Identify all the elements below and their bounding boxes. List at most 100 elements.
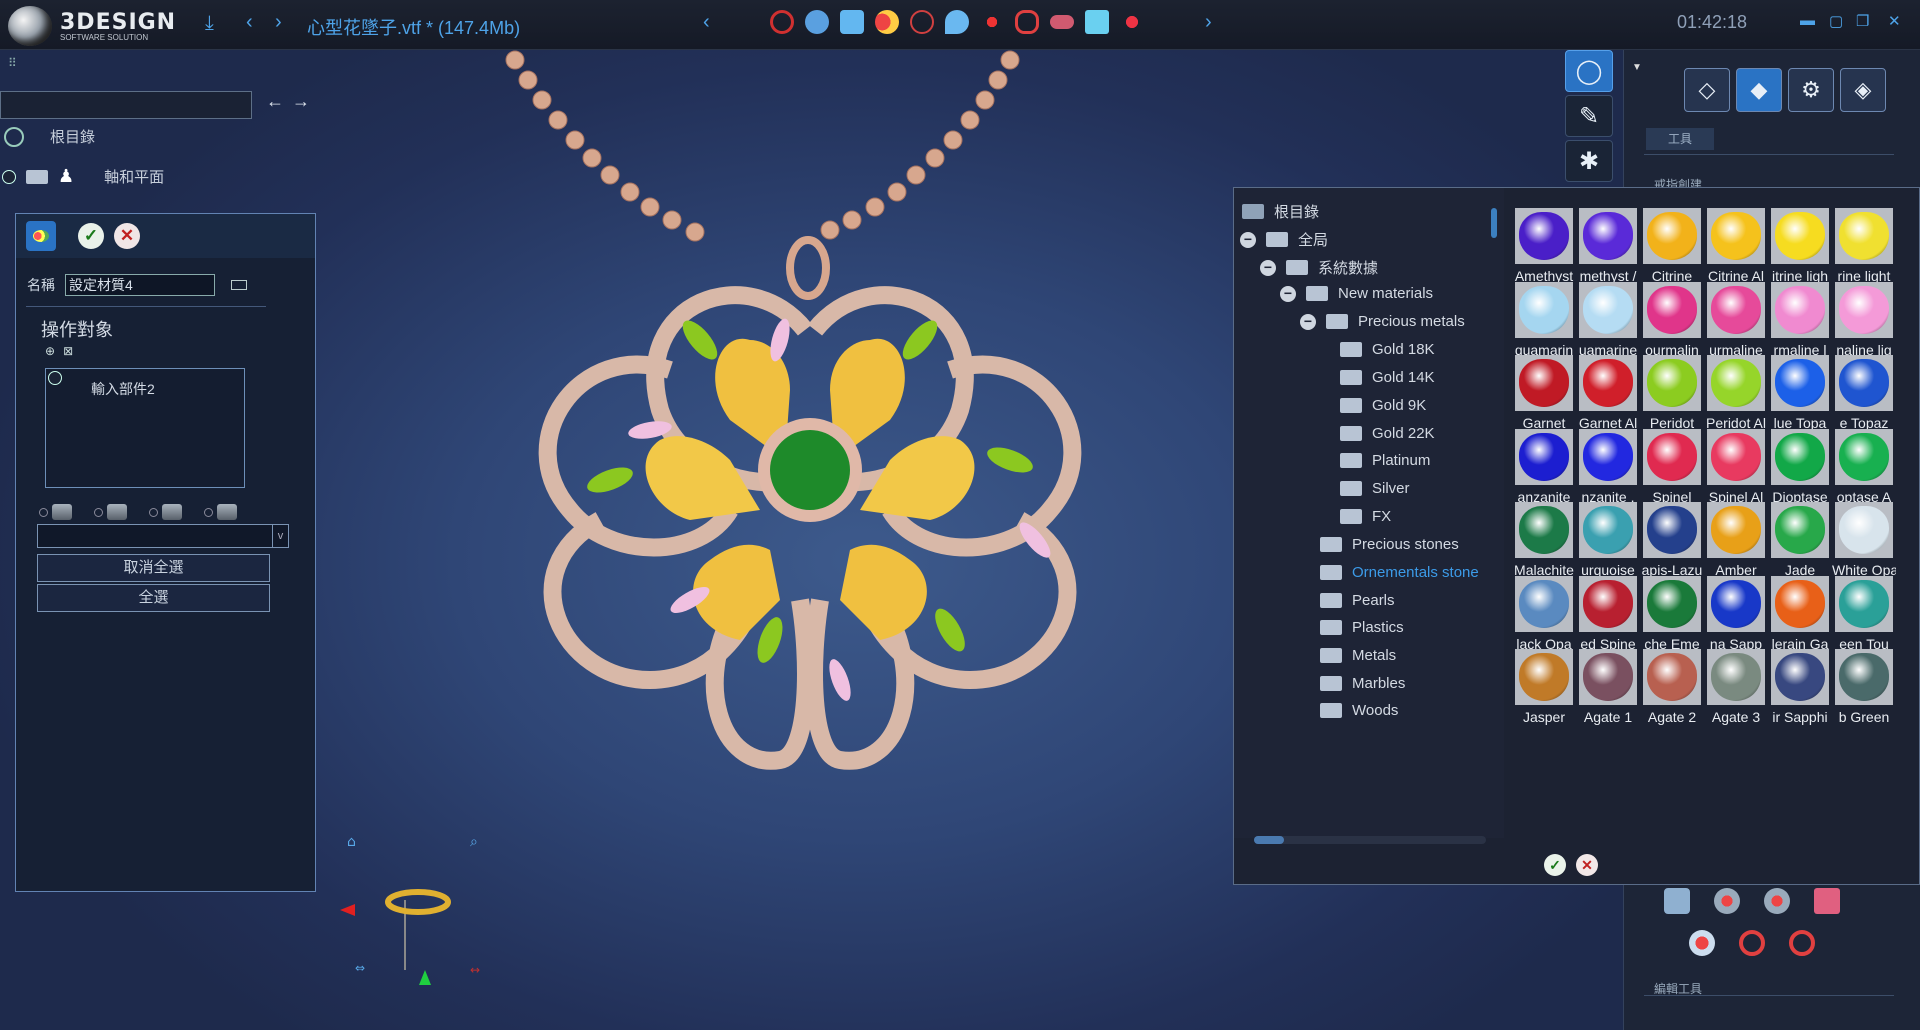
- mtree-metal-item[interactable]: Gold 9K: [1340, 397, 1426, 414]
- mesh-mode-icon[interactable]: ✱: [1565, 140, 1613, 182]
- mtree-precious-metals[interactable]: − Precious metals: [1300, 313, 1465, 330]
- tree-search-input[interactable]: [0, 91, 252, 119]
- tree-nav-arrows[interactable]: ←→: [266, 91, 318, 112]
- mtree-metal-item[interactable]: Gold 14K: [1340, 369, 1435, 386]
- deselect-all-button[interactable]: 取消全選: [37, 554, 270, 582]
- mtree-metal-item[interactable]: FX: [1340, 508, 1391, 525]
- back-arrow-icon[interactable]: ‹: [246, 11, 253, 34]
- collapse-icon[interactable]: −: [1260, 259, 1276, 276]
- zoom-icon[interactable]: ⌕: [470, 834, 478, 850]
- mtree-metal-item[interactable]: Gold 18K: [1340, 341, 1435, 358]
- mtree-category[interactable]: Precious stones: [1320, 536, 1459, 553]
- chevron-down-icon[interactable]: v: [272, 525, 288, 547]
- viewport-model[interactable]: [450, 40, 1250, 850]
- mtree-category[interactable]: Marbles: [1320, 675, 1405, 692]
- add-object-icon[interactable]: ⊕: [45, 344, 55, 358]
- toolbar-next-icon[interactable]: ›: [1205, 11, 1212, 34]
- material-swatch[interactable]: Agate 3: [1704, 647, 1765, 735]
- gem-settings-icon[interactable]: ⚙: [1788, 68, 1834, 112]
- tree-hscrollbar[interactable]: [1254, 836, 1486, 844]
- cancel-button[interactable]: ✕: [114, 223, 140, 249]
- object-expand-icon[interactable]: [48, 371, 62, 385]
- mtree-category-selected[interactable]: Ornementals stone: [1320, 564, 1479, 581]
- tree-scrollbar[interactable]: [1491, 208, 1497, 238]
- save-icon[interactable]: ⤓: [205, 12, 214, 35]
- material-confirm-button[interactable]: ✓: [1544, 854, 1566, 876]
- drop-tool-icon[interactable]: [945, 10, 969, 34]
- minimize-icon[interactable]: ▬: [1800, 12, 1815, 29]
- setting-tool-icon[interactable]: [805, 10, 829, 34]
- collapse-icon[interactable]: −: [1240, 231, 1256, 248]
- material-cancel-button[interactable]: ✕: [1576, 854, 1598, 876]
- mtree-category[interactable]: Pearls: [1320, 592, 1395, 609]
- select-all-button[interactable]: 全選: [37, 584, 270, 612]
- gem-tool-icon[interactable]: [840, 10, 864, 34]
- link-tool-icon[interactable]: [1050, 15, 1074, 29]
- pave-icon[interactable]: [1764, 888, 1790, 914]
- pen-mode-icon[interactable]: ✎: [1565, 95, 1613, 137]
- material-tool-icon[interactable]: [875, 10, 899, 34]
- bezel-tool-icon[interactable]: [1015, 10, 1039, 34]
- remove-object-icon[interactable]: ⊠: [63, 344, 73, 358]
- gem-tag-icon[interactable]: ◈: [1840, 68, 1886, 112]
- bezel-ring-icon[interactable]: [1739, 930, 1765, 956]
- cube-tool-icon[interactable]: [1085, 10, 1109, 34]
- mtree-category[interactable]: Metals: [1320, 647, 1396, 664]
- name-field[interactable]: [65, 274, 215, 296]
- logo-icon: [8, 6, 52, 46]
- gem-select-icon[interactable]: [1814, 888, 1840, 914]
- close-icon[interactable]: ✕: [1888, 12, 1901, 30]
- mode-radio-2[interactable]: [94, 504, 127, 520]
- ring-tool-icon[interactable]: [770, 10, 794, 34]
- restore-icon[interactable]: ❐: [1856, 12, 1869, 30]
- filter-combo[interactable]: v: [37, 524, 289, 548]
- chain: [505, 50, 1020, 242]
- ring-mode-icon[interactable]: ◯: [1565, 50, 1613, 92]
- expand-icon[interactable]: [2, 169, 16, 184]
- dock-tab-tools[interactable]: 工具: [1646, 128, 1714, 150]
- forward-arrow-icon[interactable]: ›: [275, 11, 282, 34]
- mtree-global[interactable]: − 全局: [1240, 229, 1328, 250]
- mtree-system[interactable]: − 系統數據: [1260, 257, 1378, 278]
- object-item[interactable]: 輸入部件2: [91, 379, 155, 399]
- mode-radio-4[interactable]: [204, 504, 237, 520]
- maximize-icon[interactable]: ▢: [1829, 12, 1843, 30]
- mtree-category[interactable]: Woods: [1320, 702, 1398, 719]
- material-swatch[interactable]: Jasper: [1512, 647, 1573, 735]
- folder-icon: [1320, 593, 1342, 608]
- material-swatch[interactable]: b Green: [1832, 647, 1893, 735]
- confirm-button[interactable]: ✓: [78, 223, 104, 249]
- dock-dropdown-icon[interactable]: ▼: [1632, 62, 1642, 73]
- cross-icon[interactable]: [1689, 930, 1715, 956]
- tree-root[interactable]: 根目錄: [4, 126, 95, 147]
- shapes-icon[interactable]: ◇: [1684, 68, 1730, 112]
- collapse-icon[interactable]: −: [1300, 313, 1316, 330]
- pave-tool-icon[interactable]: [980, 10, 1004, 34]
- mtree-root[interactable]: 根目錄: [1242, 201, 1319, 222]
- mtree-metal-label: Gold 22K: [1372, 425, 1435, 442]
- material-swatch[interactable]: Agate 1: [1576, 647, 1637, 735]
- mtree-new-materials[interactable]: − New materials: [1280, 285, 1433, 302]
- mtree-metal-item[interactable]: Silver: [1340, 480, 1410, 497]
- diamond-icon[interactable]: ◆: [1736, 68, 1782, 112]
- ring-setting-icon[interactable]: [1789, 930, 1815, 956]
- home-icon[interactable]: ⌂: [347, 834, 356, 850]
- material-swatch[interactable]: Agate 2: [1640, 647, 1701, 735]
- cylinder-icon[interactable]: [1664, 888, 1690, 914]
- mtree-metal-item[interactable]: Gold 22K: [1340, 425, 1435, 442]
- object-list[interactable]: 輸入部件2: [45, 368, 245, 488]
- apps-grid-icon[interactable]: ⠿: [8, 56, 17, 70]
- mtree-metal-item[interactable]: Platinum: [1340, 452, 1430, 469]
- cluster-icon[interactable]: [1714, 888, 1740, 914]
- curve-tool-icon[interactable]: [910, 10, 934, 34]
- material-swatch[interactable]: ir Sapphi: [1768, 647, 1829, 735]
- tree-axes[interactable]: ♟ 軸和平面: [2, 166, 164, 187]
- mtree-category[interactable]: Plastics: [1320, 619, 1404, 636]
- mode-radio-3[interactable]: [149, 504, 182, 520]
- keyboard-icon[interactable]: [231, 280, 247, 290]
- mode-radio-1[interactable]: [39, 504, 72, 520]
- collapse-icon[interactable]: −: [1280, 285, 1296, 302]
- viewport-navigator[interactable]: ⌂ ⌕ ⇔ ↔: [330, 810, 510, 990]
- toolbar-prev-icon[interactable]: ‹: [703, 11, 710, 34]
- cluster-tool-icon[interactable]: [1120, 10, 1144, 34]
